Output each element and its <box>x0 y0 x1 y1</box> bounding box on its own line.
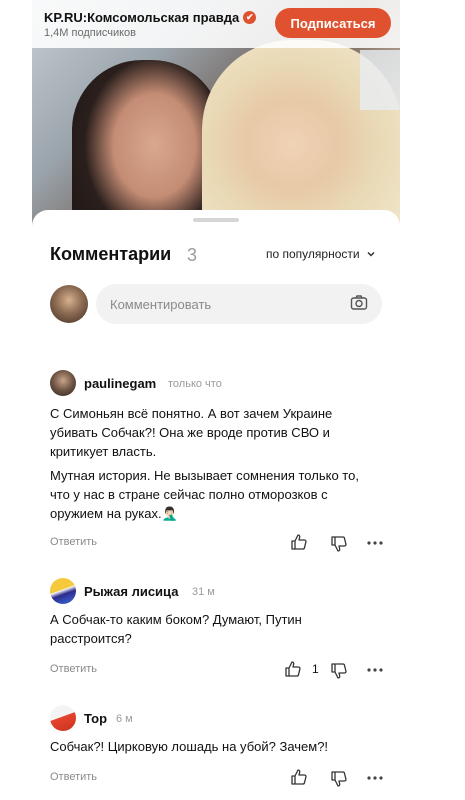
comment-text: С Симоньян всё понятно. А вот зачем Укра… <box>50 406 333 459</box>
comments-sheet: Комментарии 3 по популярности Комментиро… <box>32 210 400 800</box>
camera-icon[interactable] <box>350 294 368 312</box>
reply-button[interactable]: Ответить <box>50 771 97 783</box>
dislike-icon[interactable] <box>330 662 348 680</box>
comment-text: Собчак?! Цирковую лошадь на убой? Зачем?… <box>50 739 329 754</box>
drag-handle[interactable] <box>193 218 239 222</box>
comment-item: Рыжая лисица 31 м А Собчак-то каким боко… <box>50 578 390 680</box>
dislike-icon[interactable] <box>330 535 348 553</box>
comment-avatar[interactable] <box>50 370 76 396</box>
comments-count: 3 <box>187 245 198 265</box>
comment-time: 6 м <box>116 713 133 725</box>
comment-item: paulinegam только что С Симоньян всё пон… <box>50 370 390 553</box>
reply-button[interactable]: Ответить <box>50 536 97 548</box>
comment-author[interactable]: paulinegam <box>84 376 156 391</box>
more-icon[interactable] <box>366 769 384 787</box>
like-icon[interactable] <box>290 768 308 786</box>
comment-avatar[interactable] <box>50 578 76 604</box>
comment-text: А Собчак-то каким боком? Думают, Путин р… <box>50 612 302 646</box>
channel-name-label[interactable]: KP.RU:Комсомольская правда <box>44 10 239 25</box>
comment-text: Мутная история. Не вызывает сомнения тол… <box>50 468 359 521</box>
reply-button[interactable]: Ответить <box>50 663 97 675</box>
like-count: 1 <box>312 662 319 676</box>
comment-time: только что <box>168 378 222 390</box>
comment-author[interactable]: Рыжая лисица <box>84 584 178 599</box>
comment-time: 31 м <box>192 586 215 598</box>
like-icon[interactable] <box>284 660 302 678</box>
like-icon[interactable] <box>290 533 308 551</box>
comment-input[interactable]: Комментировать <box>96 284 382 324</box>
verified-icon: ✔ <box>243 11 257 24</box>
sort-label[interactable]: по популярности <box>266 247 360 261</box>
photo-background-sign <box>360 50 400 110</box>
more-icon[interactable] <box>366 661 384 679</box>
subscriber-count: 1,4М подписчиков <box>44 27 137 39</box>
current-user-avatar <box>50 285 88 323</box>
comment-item: Тор 6 м Собчак?! Цирковую лошадь на убой… <box>50 705 390 795</box>
comment-input-placeholder: Комментировать <box>110 296 212 312</box>
more-icon[interactable] <box>366 534 384 552</box>
subscribe-button[interactable]: Подписаться <box>275 8 391 38</box>
comment-author[interactable]: Тор <box>84 711 107 726</box>
comment-avatar[interactable] <box>50 705 76 731</box>
channel-name[interactable]: KP.RU:Комсомольская правда ✔ <box>44 10 257 25</box>
dislike-icon[interactable] <box>330 770 348 788</box>
comments-title: Комментарии <box>50 244 172 264</box>
chevron-down-icon[interactable] <box>366 249 376 259</box>
sort-dropdown[interactable]: по популярности <box>266 247 376 261</box>
